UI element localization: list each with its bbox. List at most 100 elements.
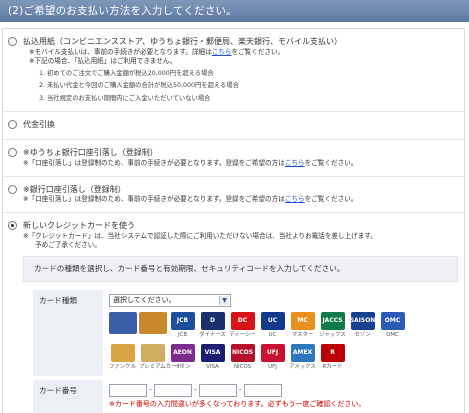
visa-logo: VISA [200, 344, 225, 363]
restriction-note: ※下記の場合、「払込用紙」はご利用できません。 [29, 56, 177, 65]
card-brand: プレミアムカード [139, 344, 182, 371]
card-brand: MC マスター [289, 312, 316, 339]
nicos-logo: NICOS [230, 344, 255, 363]
card-brand-label: Rカード [322, 364, 343, 371]
separator: - [193, 384, 197, 394]
aeon-logo: AEON [170, 344, 195, 363]
note-text: をご覧ください。 [304, 158, 358, 167]
saison-logo: SAISON [350, 312, 375, 331]
payment-option-bank-transfer: 払込用紙（コンビニエンスストア、ゆうちょ銀行・郵便局、楽天銀行、モバイル支払い）… [3, 29, 464, 113]
card-number-input-1[interactable] [109, 383, 147, 397]
card-brand: JCB JCB [169, 312, 196, 339]
card-brand: NICOS NICOS [229, 344, 256, 371]
premium-gold-card-logo [140, 344, 165, 363]
card-type-row: カード種類 選択してください。 ▼ JCB JCB D ダイナース DC ディーシー UC U… [33, 290, 459, 380]
radio-cod[interactable] [8, 120, 17, 130]
jaccs-logo: JACCS [320, 312, 345, 331]
card-brand-label: ダイナース [199, 332, 226, 339]
card-brand-label: マスター [291, 332, 314, 339]
card-type-select[interactable]: 選択してください。 ▼ [109, 294, 231, 308]
payment-option-bank-debit: ※銀行口座引落し（登録制） ※「口座引落し」は登録制のため、事前の手続きが必要と… [3, 177, 464, 214]
note-text: ※モバイル支払いは、事前の手続きが必要となります。詳細は [29, 47, 212, 56]
rakuten-card-logo: R [320, 344, 345, 363]
card-brand-label: セゾン [354, 332, 371, 339]
condition-2: 2. 未払い代金と今回のご購入金額の合計が税込50,000円を超える場合 [39, 82, 239, 90]
card-note: ※「クレジットカード」は、当社システムで認証した際にご利用いただけない場合は、当… [23, 232, 377, 241]
card-form-table: カード種類 選択してください。 ▼ JCB JCB D ダイナース DC ディーシー UC U… [33, 290, 459, 413]
payment-options-panel: 払込用紙（コンビニエンスストア、ゆうちょ銀行・郵便局、楽天銀行、モバイル支払い）… [2, 28, 465, 413]
card-type-select-value: 選択してください。 [113, 296, 176, 305]
card-form-intro: カードの種類を選択し、カード番号と有効期限、セキュリティコードを入力してください… [23, 255, 458, 283]
card-brand: UC UC [259, 312, 286, 339]
radio-new-card[interactable] [8, 221, 17, 231]
card-brand: DC ディーシー [229, 312, 256, 339]
section-title: (2)ご希望のお支払い方法を入力してください。 [8, 5, 237, 17]
separator: - [238, 384, 242, 394]
card-brand: ファンケル [109, 344, 136, 371]
card-brands-row-1: JCB JCB D ダイナース DC ディーシー UC UC MC マスター JACCS ジャックス S… [109, 312, 453, 339]
uc-logo: UC [260, 312, 285, 331]
card-brand-label: NICOS [233, 364, 252, 371]
card-number-inputs: - - - [109, 383, 453, 397]
radio-yucho-debit[interactable] [8, 147, 17, 157]
card-brand: OMC OMC [379, 312, 406, 339]
option-title: 新しいクレジットカードを使う [23, 221, 135, 231]
card-number-input-2[interactable] [153, 383, 192, 397]
omc-logo: OMC [380, 312, 405, 331]
card-brand: JACCS ジャックス [319, 312, 346, 339]
note-text: ※「口座引落し」は登録制のため、事前の手続きが必要となります。登録をご希望の方は [23, 195, 285, 204]
card-brand-label: UFJ [268, 364, 277, 371]
diners-logo: D [200, 312, 225, 331]
card-brand: SAISON セゾン [349, 312, 376, 339]
separator: - [149, 384, 152, 394]
amex-logo: AMEX [290, 344, 315, 363]
bank-details-link[interactable]: こちら [285, 195, 305, 203]
card-brand-label: ジャックス [319, 332, 346, 339]
yucho-details-link[interactable]: こちら [285, 159, 305, 167]
payment-option-new-card: 新しいクレジットカードを使う ※「クレジットカード」は、当社システムで認証した際… [3, 213, 464, 413]
chevron-down-icon: ▼ [219, 296, 229, 306]
dc-logo: DC [230, 312, 255, 331]
card-brand-label: イオン [174, 364, 191, 371]
mastercard-logo: MC [290, 312, 315, 331]
card-brand-label: アメックス [289, 364, 316, 371]
details-link[interactable]: こちら [212, 48, 232, 56]
card-number-row: カード番号 - - - ※カード番号の入力間違いが多くなっております。必ずもう一… [33, 377, 459, 413]
card-brand-label: UC [268, 332, 277, 339]
card-brand: UFJ UFJ [259, 344, 286, 371]
card-brand [109, 312, 137, 339]
condition-3: 3. 当社規定のお支払い期間内にご入金いただいていない場合 [39, 94, 211, 102]
note-text: をご覧ください。 [231, 47, 285, 56]
card-brand-label: VISA [206, 364, 219, 371]
card-brand-label: プレミアムカード [139, 364, 182, 371]
card-brand: VISA VISA [199, 344, 226, 371]
card-brand: R Rカード [319, 344, 346, 371]
condition-1: 1. 初めてのご注文でご購入金額が税込20,000円を超える場合 [39, 69, 214, 77]
card-number-input-4[interactable] [243, 383, 282, 397]
card-brand-label: OMC [386, 332, 399, 339]
fancl-card-logo [110, 344, 135, 363]
card-form: カードの種類を選択し、カード番号と有効期限、セキュリティコードを入力してください… [23, 255, 459, 413]
debit-note: ※「口座引落し」は登録制のため、事前の手続きが必要となります。登録をご希望の方は… [23, 159, 458, 168]
premium-card-logo [139, 312, 167, 335]
mobile-note: ※モバイル支払いは、事前の手続きが必要となります。詳細はこちらをご覧ください。 [23, 48, 458, 57]
card-number-input-3[interactable] [198, 383, 237, 397]
note-text: をご覧ください。 [304, 195, 358, 204]
payment-option-yucho-debit: ※ゆうちょ銀行口座引落し（登録制） ※「口座引落し」は登録制のため、事前の手続き… [3, 140, 464, 177]
jcb-logo: JCB [170, 312, 195, 331]
radio-bank-debit[interactable] [8, 184, 17, 194]
famima-card-logo [109, 312, 137, 335]
option-title: 代金引換 [23, 120, 55, 130]
option-title: ※ゆうちょ銀行口座引落し（登録制） [23, 147, 158, 157]
card-brand-label: JCB [177, 332, 188, 339]
ufj-logo: UFJ [260, 344, 285, 363]
card-brand-label: ディーシー [229, 332, 256, 339]
card-number-warning: ※カード番号の入力間違いが多くなっております。必ずもう一度ご確認ください。 [109, 399, 366, 408]
card-brand: D ダイナース [199, 312, 226, 339]
card-number-label: カード番号 [33, 377, 103, 413]
radio-bank-transfer[interactable] [8, 37, 17, 46]
note-text: ※「口座引落し」は登録制のため、事前の手続きが必要となります。登録をご希望の方は [23, 158, 285, 167]
card-brands-row-2: ファンケル プレミアムカード AEON イオン VISA VISA NICOS NICOS UF… [109, 344, 453, 371]
option-title: 払込用紙（コンビニエンスストア、ゆうちょ銀行・郵便局、楽天銀行、モバイル支払い） [23, 37, 343, 46]
card-brand-label: ファンケル [109, 364, 136, 371]
